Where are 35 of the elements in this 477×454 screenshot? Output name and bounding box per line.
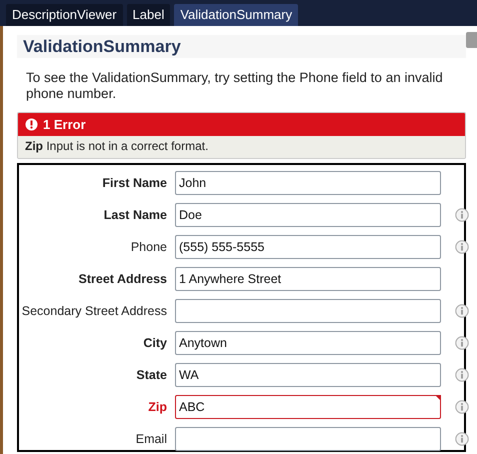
text-field[interactable]: 1 Anywhere Street xyxy=(175,267,441,291)
info-icon[interactable] xyxy=(455,304,469,318)
error-count: 1 Error xyxy=(43,117,86,132)
field-label: Secondary Street Address xyxy=(20,304,167,318)
text-field[interactable] xyxy=(175,299,441,323)
info-icon[interactable] xyxy=(455,240,469,254)
info-icon[interactable] xyxy=(455,208,469,222)
text-field[interactable]: John xyxy=(175,171,441,195)
field-label: Last Name xyxy=(102,208,167,222)
error-icon xyxy=(25,118,38,131)
field-label: Street Address xyxy=(78,272,167,286)
text-field[interactable]: Doe xyxy=(175,203,441,227)
field-label: Email xyxy=(134,432,167,446)
tab[interactable]: DescriptionViewer xyxy=(6,4,123,26)
text-field[interactable]: (555) 555-5555 xyxy=(175,235,441,259)
info-icon[interactable] xyxy=(455,400,469,414)
tab[interactable]: ValidationSummary xyxy=(174,4,298,26)
side-handle[interactable] xyxy=(466,32,477,48)
info-icon[interactable] xyxy=(455,368,469,382)
field-label: State xyxy=(135,368,167,382)
info-icon[interactable] xyxy=(455,336,469,350)
description-text: To see the ValidationSummary, try setting the Phone field to an invalid phone number. xyxy=(26,70,444,102)
info-icon[interactable] xyxy=(455,432,469,446)
tab[interactable]: Label xyxy=(126,4,170,26)
error-corner-icon xyxy=(435,395,441,401)
field-label: Phone xyxy=(130,240,167,254)
section-heading: ValidationSummary xyxy=(17,35,466,58)
field-label: City xyxy=(142,336,167,350)
text-field[interactable] xyxy=(175,427,441,451)
text-field[interactable]: WA xyxy=(175,363,441,387)
text-field[interactable]: ABC xyxy=(175,395,441,419)
text-field[interactable]: Anytown xyxy=(175,331,441,355)
error-message[interactable]: Zip Input is not in a correct format. xyxy=(18,136,465,158)
field-label: First Name xyxy=(101,176,167,190)
field-label: Zip xyxy=(147,400,167,414)
